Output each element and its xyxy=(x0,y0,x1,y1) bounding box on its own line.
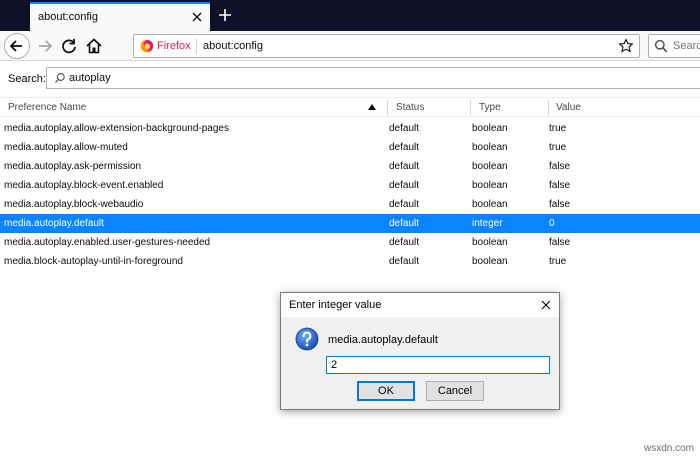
search-icon xyxy=(55,73,65,83)
preference-name: media.autoplay.default xyxy=(4,218,104,229)
preference-type: boolean xyxy=(472,161,508,172)
preference-value: false xyxy=(549,199,571,210)
preference-name: media.autoplay.allow-extension-backgroun… xyxy=(4,123,229,134)
table-row[interactable]: media.autoplay.enabled.user-gestures-nee… xyxy=(0,233,700,252)
preference-value: true xyxy=(549,123,567,134)
cancel-button[interactable]: Cancel xyxy=(426,381,484,401)
question-icon xyxy=(295,327,319,351)
tab-strip: about:config xyxy=(0,0,700,31)
integer-value-input[interactable] xyxy=(326,356,550,374)
reload-icon[interactable] xyxy=(58,35,80,57)
forward-arrow-icon[interactable] xyxy=(34,35,56,57)
preference-type: boolean xyxy=(472,199,508,210)
table-row-selected[interactable]: media.autoplay.default default integer 0 xyxy=(0,214,700,233)
firefox-logo-icon xyxy=(140,39,154,53)
tab-about-config[interactable]: about:config xyxy=(30,2,210,31)
sort-ascending-icon xyxy=(368,104,376,110)
preference-status: default xyxy=(389,218,420,229)
preference-status: default xyxy=(389,256,420,267)
column-header-type[interactable]: Type xyxy=(479,102,501,113)
table-row[interactable]: media.autoplay.allow-muted default boole… xyxy=(0,138,700,157)
column-divider[interactable] xyxy=(548,100,549,115)
preference-type: boolean xyxy=(472,256,508,267)
tab-title: about:config xyxy=(38,11,98,23)
url-bar[interactable]: Firefox about:config xyxy=(133,34,640,58)
table-row[interactable]: media.autoplay.allow-extension-backgroun… xyxy=(0,119,700,138)
home-icon[interactable] xyxy=(83,35,105,57)
column-divider[interactable] xyxy=(470,100,471,115)
preference-status: default xyxy=(389,142,420,153)
preference-status: default xyxy=(389,123,420,134)
preference-value: false xyxy=(549,161,571,172)
table-row[interactable]: media.autoplay.ask-permission default bo… xyxy=(0,157,700,176)
identity-label: Firefox xyxy=(157,40,191,52)
column-header-preference-name[interactable]: Preference Name xyxy=(8,102,86,113)
preference-value: true xyxy=(549,256,567,267)
integer-value-dialog: Enter integer value media.autoplay.defau… xyxy=(280,292,560,410)
column-divider[interactable] xyxy=(387,100,388,115)
dialog-title-bar[interactable]: Enter integer value xyxy=(281,293,559,317)
preference-name: media.autoplay.block-webaudio xyxy=(4,199,144,210)
preference-name: media.autoplay.block-event.enabled xyxy=(4,180,164,191)
config-search-label: Search: xyxy=(8,73,46,85)
preference-type: boolean xyxy=(472,237,508,248)
preference-value: 0 xyxy=(549,218,555,229)
preference-status: default xyxy=(389,180,420,191)
config-search-input[interactable]: autoplay xyxy=(46,67,700,89)
url-text[interactable]: about:config xyxy=(203,40,263,52)
search-icon xyxy=(654,39,668,53)
close-icon[interactable] xyxy=(539,298,553,312)
preference-type: boolean xyxy=(472,123,508,134)
preference-status: default xyxy=(389,199,420,210)
preference-value: true xyxy=(549,142,567,153)
back-arrow-icon xyxy=(9,40,22,52)
web-search-placeholder: Searc xyxy=(673,40,700,52)
preference-name: media.autoplay.allow-muted xyxy=(4,142,128,153)
watermark: wsxdn.com xyxy=(643,443,694,454)
preference-status: default xyxy=(389,161,420,172)
preferences-table-header: Preference Name Status Type Value xyxy=(0,97,700,117)
table-row[interactable]: media.block-autoplay-until-in-foreground… xyxy=(0,252,700,271)
preference-type: boolean xyxy=(472,142,508,153)
column-header-status[interactable]: Status xyxy=(396,102,424,113)
preference-name: media.autoplay.enabled.user-gestures-nee… xyxy=(4,237,211,248)
column-header-value[interactable]: Value xyxy=(556,102,581,113)
back-button[interactable] xyxy=(4,33,30,59)
new-tab-icon[interactable] xyxy=(216,6,234,24)
dialog-message: media.autoplay.default xyxy=(328,334,438,346)
config-search-value: autoplay xyxy=(69,72,111,84)
ok-button[interactable]: OK xyxy=(357,381,415,401)
close-tab-icon[interactable] xyxy=(190,10,204,24)
navigation-toolbar: Firefox about:config Searc xyxy=(0,31,700,61)
dialog-title: Enter integer value xyxy=(289,299,382,311)
preference-type: integer xyxy=(472,218,503,229)
table-row[interactable]: media.autoplay.block-webaudio default bo… xyxy=(0,195,700,214)
web-search-bar[interactable]: Searc xyxy=(648,34,700,58)
preference-type: boolean xyxy=(472,180,508,191)
table-row[interactable]: media.autoplay.block-event.enabled defau… xyxy=(0,176,700,195)
url-separator xyxy=(196,38,197,54)
preference-value: false xyxy=(549,180,571,191)
preference-status: default xyxy=(389,237,420,248)
bookmark-star-icon[interactable] xyxy=(618,38,634,54)
preference-name: media.autoplay.ask-permission xyxy=(4,161,142,172)
preference-value: false xyxy=(549,237,571,248)
preference-name: media.block-autoplay-until-in-foreground xyxy=(4,256,183,267)
